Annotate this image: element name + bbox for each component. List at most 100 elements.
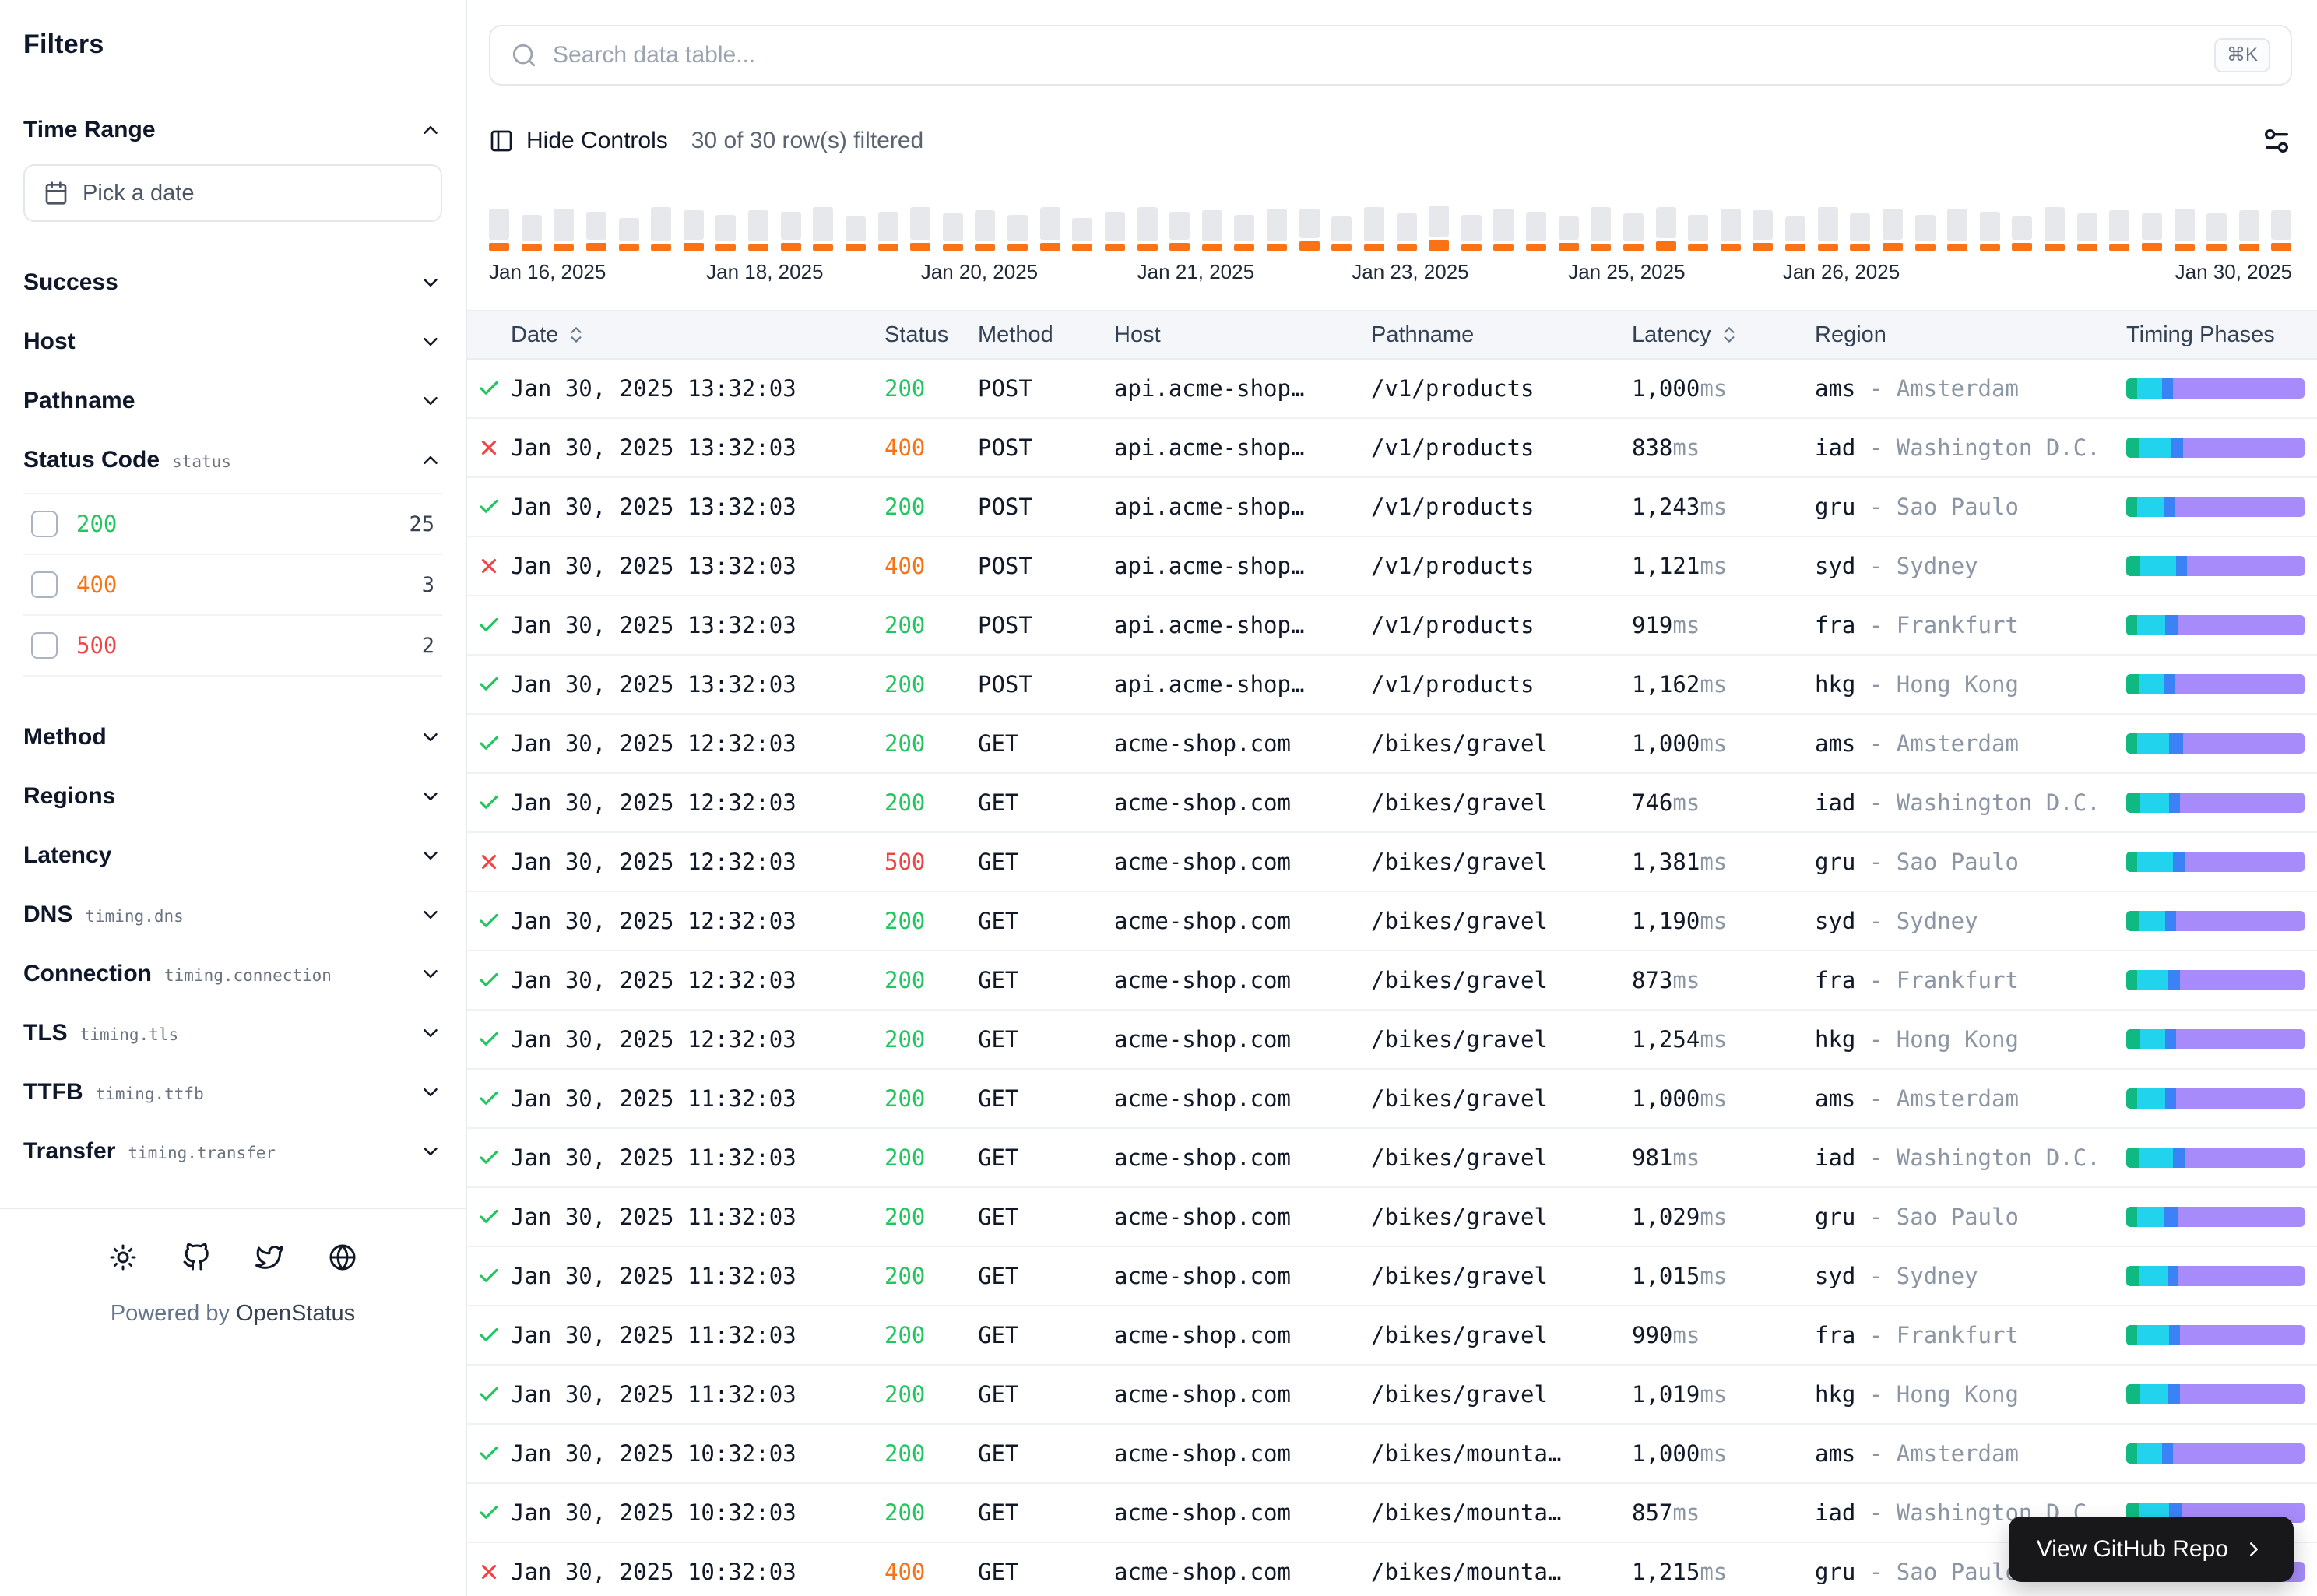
timeline-bar[interactable] [522,206,542,251]
timeline-bar[interactable] [1623,206,1644,251]
timeline-bar[interactable] [1753,206,1773,251]
table-row[interactable]: Jan 30, 2025 13:32:03 200 POST api.acme-… [467,596,2317,656]
timeline-bar[interactable] [2109,206,2129,251]
status-option-500[interactable]: 500 2 [23,616,442,677]
timeline-bar[interactable] [619,206,639,251]
column-header-latency[interactable]: Latency [1632,322,1815,348]
filter-section-status-code[interactable]: Status Codestatus [23,431,442,490]
table-row[interactable]: Jan 30, 2025 12:32:03 200 GET acme-shop.… [467,951,2317,1011]
hide-controls-button[interactable]: Hide Controls [489,128,668,154]
timeline-bar[interactable] [651,206,671,251]
timeline-bar[interactable] [2012,206,2032,251]
table-row[interactable]: Jan 30, 2025 13:32:03 200 POST api.acme-… [467,360,2317,419]
timeline-bar[interactable] [1299,206,1320,251]
timeline-bar[interactable] [943,206,963,251]
filter-section-pathname[interactable]: Pathname [23,371,442,431]
globe-button[interactable] [329,1243,357,1271]
status-option-200[interactable]: 200 25 [23,494,442,555]
table-row[interactable]: Jan 30, 2025 11:32:03 200 GET acme-shop.… [467,1306,2317,1366]
table-row[interactable]: Jan 30, 2025 13:32:03 200 POST api.acme-… [467,478,2317,537]
table-row[interactable]: Jan 30, 2025 11:32:03 200 GET acme-shop.… [467,1129,2317,1188]
timeline-bar[interactable] [1721,206,1741,251]
timeline-bar[interactable] [1429,206,1449,251]
timeline-bar[interactable] [1331,206,1352,251]
filter-section-success[interactable]: Success [23,253,442,312]
timeline-bar[interactable] [1267,206,1287,251]
search-bar[interactable]: ⌘K [489,25,2292,86]
timeline-bar[interactable] [748,206,768,251]
filter-section-dns[interactable]: DNStiming.dns [23,885,442,944]
checkbox[interactable] [31,511,58,537]
timeline-bar[interactable] [684,206,704,251]
timeline-bar[interactable] [2045,206,2065,251]
table-row[interactable]: Jan 30, 2025 13:32:03 400 POST api.acme-… [467,419,2317,478]
timeline-bar[interactable] [489,206,509,251]
timeline-bar[interactable] [2206,206,2227,251]
search-input[interactable] [553,42,2199,69]
table-row[interactable]: Jan 30, 2025 13:32:03 400 POST api.acme-… [467,537,2317,596]
filter-section-method[interactable]: Method [23,708,442,767]
timeline-bar[interactable] [1137,206,1158,251]
filter-section-transfer[interactable]: Transfertiming.transfer [23,1122,442,1181]
timeline-bar[interactable] [2142,206,2162,251]
date-picker-trigger[interactable]: Pick a date [23,164,442,222]
filter-section-connection[interactable]: Connectiontiming.connection [23,944,442,1004]
checkbox[interactable] [31,571,58,598]
table-row[interactable]: Jan 30, 2025 13:32:03 200 POST api.acme-… [467,656,2317,715]
timeline-bar[interactable] [813,206,833,251]
column-header-date[interactable]: Date [511,322,884,348]
timeline-bar[interactable] [1915,206,1936,251]
timeline-bar[interactable] [586,206,606,251]
timeline-bar[interactable] [1883,206,1903,251]
filter-section-time-range[interactable]: Time Range [23,100,442,160]
table-row[interactable]: Jan 30, 2025 11:32:03 200 GET acme-shop.… [467,1247,2317,1306]
timeline-bar[interactable] [1947,206,1967,251]
table-row[interactable]: Jan 30, 2025 11:32:03 200 GET acme-shop.… [467,1188,2317,1247]
timeline-bar[interactable] [1850,206,1870,251]
timeline-bar[interactable] [1591,206,1611,251]
view-github-repo-button[interactable]: View GitHub Repo [2009,1517,2294,1582]
filter-section-regions[interactable]: Regions [23,767,442,826]
timeline-bar[interactable] [1234,206,1254,251]
timeline-bar[interactable] [1072,206,1092,251]
view-options-button[interactable] [2261,125,2292,156]
table-row[interactable]: Jan 30, 2025 11:32:03 200 GET acme-shop.… [467,1070,2317,1129]
timeline-bar[interactable] [1169,206,1190,251]
timeline-bar[interactable] [1105,206,1125,251]
timeline-bar[interactable] [1040,206,1060,251]
openstatus-link[interactable]: OpenStatus [236,1301,355,1326]
timeline-bar[interactable] [1656,206,1676,251]
timeline-bar[interactable] [1202,206,1222,251]
filter-section-host[interactable]: Host [23,312,442,371]
timeline-bar[interactable] [910,206,930,251]
timeline-bar[interactable] [1688,206,1708,251]
table-row[interactable]: Jan 30, 2025 12:32:03 200 GET acme-shop.… [467,892,2317,951]
table-row[interactable]: Jan 30, 2025 11:32:03 200 GET acme-shop.… [467,1366,2317,1425]
twitter-button[interactable] [255,1243,283,1271]
filter-section-ttfb[interactable]: TTFBtiming.ttfb [23,1063,442,1122]
timeline-bar[interactable] [2271,206,2291,251]
timeline-bar[interactable] [1785,206,1805,251]
filter-section-latency[interactable]: Latency [23,826,442,885]
table-row[interactable]: Jan 30, 2025 12:32:03 200 GET acme-shop.… [467,1011,2317,1070]
filter-section-tls[interactable]: TLStiming.tls [23,1004,442,1063]
timeline-bar[interactable] [878,206,898,251]
timeline-bar[interactable] [2077,206,2097,251]
timeline-bar[interactable] [554,206,574,251]
sun-button[interactable] [109,1243,137,1271]
checkbox[interactable] [31,632,58,659]
timeline-bar[interactable] [1980,206,2000,251]
timeline-bar[interactable] [1461,206,1482,251]
timeline-bar[interactable] [2175,206,2195,251]
timeline-bar[interactable] [1818,206,1838,251]
timeline-bar[interactable] [1559,206,1579,251]
timeline-bar[interactable] [781,206,801,251]
table-row[interactable]: Jan 30, 2025 12:32:03 500 GET acme-shop.… [467,833,2317,892]
timeline-bar[interactable] [1493,206,1514,251]
timeline-bar[interactable] [846,206,866,251]
timeline-bar[interactable] [715,206,736,251]
timeline-bar[interactable] [1007,206,1028,251]
timeline-bar[interactable] [1364,206,1384,251]
timeline-bar[interactable] [2239,206,2259,251]
timeline-bar[interactable] [1397,206,1417,251]
